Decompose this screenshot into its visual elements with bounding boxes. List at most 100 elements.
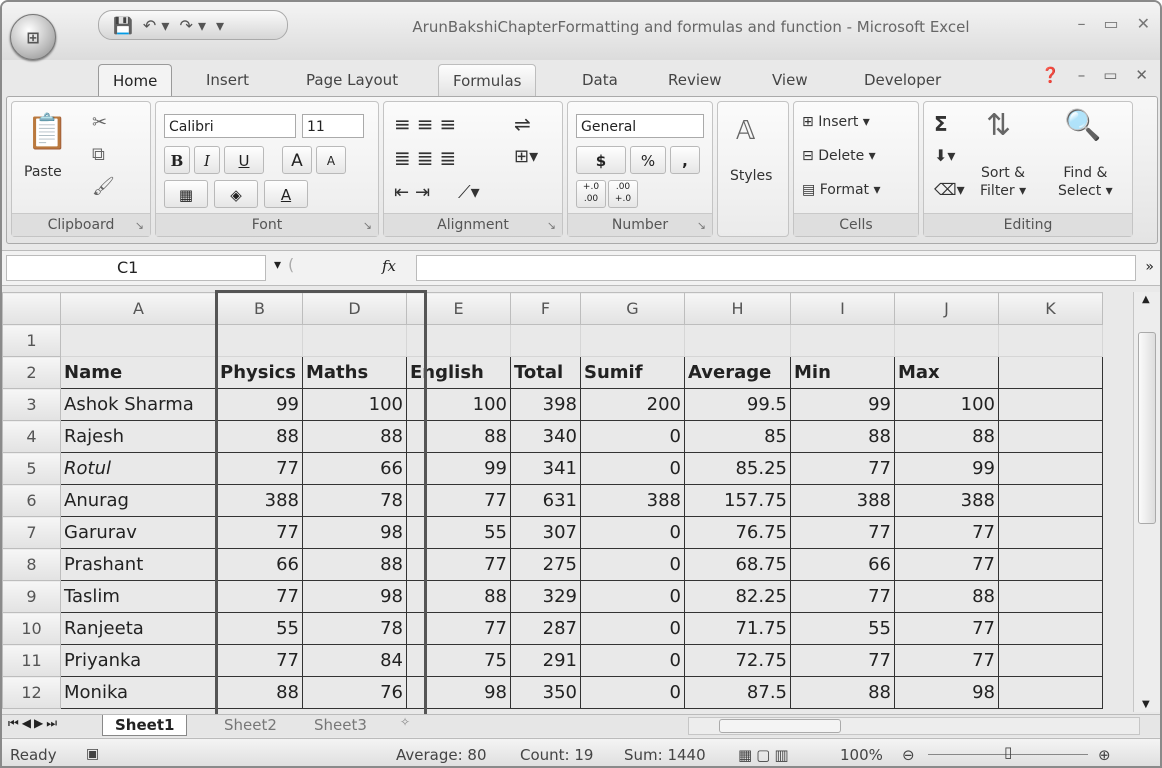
increase-decimal-button[interactable]: +.0 .00 [576, 180, 606, 208]
cell[interactable] [998, 548, 1103, 581]
row-header[interactable]: 8 [2, 548, 61, 581]
cell[interactable]: 77 [894, 612, 999, 645]
insert-sheet-icon[interactable]: ✧ [400, 715, 410, 729]
cell[interactable] [998, 420, 1103, 453]
cell[interactable]: 84 [302, 644, 407, 677]
expand-formula-bar-icon[interactable]: » [1145, 259, 1154, 275]
delete-cells-button[interactable]: ⊟ Delete ▾ [802, 148, 876, 164]
cell[interactable]: 0 [580, 420, 685, 453]
cell[interactable]: 78 [302, 612, 407, 645]
cell[interactable] [998, 516, 1103, 549]
currency-button[interactable]: $ [576, 146, 626, 174]
cell[interactable]: Garurav [60, 516, 217, 549]
dialog-launcher-icon[interactable]: ↘ [547, 219, 556, 232]
format-cells-button[interactable]: ▤ Format ▾ [802, 182, 881, 198]
cell[interactable]: 388 [790, 484, 895, 517]
column-header[interactable]: I [790, 292, 895, 325]
column-header[interactable]: D [302, 292, 407, 325]
minimize-icon[interactable]: – [1078, 66, 1086, 84]
tab-page-layout[interactable]: Page Layout [292, 64, 412, 96]
cell[interactable] [998, 644, 1103, 677]
macro-record-icon[interactable]: ▣ [86, 746, 99, 762]
cell[interactable]: 88 [894, 420, 999, 453]
cell[interactable]: Prashant [60, 548, 217, 581]
cell[interactable] [60, 324, 217, 357]
minimize-icon[interactable]: – [1077, 14, 1085, 33]
cell[interactable] [790, 324, 895, 357]
cell[interactable]: English [406, 356, 511, 389]
paste-button[interactable]: Paste [24, 164, 62, 180]
zoom-in-icon[interactable]: ⊕ [1098, 746, 1111, 764]
cut-icon[interactable]: ✂ [92, 112, 107, 133]
column-header[interactable]: K [998, 292, 1103, 325]
column-header[interactable]: J [894, 292, 999, 325]
cell[interactable] [580, 324, 685, 357]
orientation-icon[interactable]: ⟋▾ [458, 182, 480, 203]
column-header[interactable]: E [406, 292, 511, 325]
cell[interactable]: 100 [302, 388, 407, 421]
cell[interactable]: 0 [580, 676, 685, 709]
cell[interactable]: 0 [580, 452, 685, 485]
tab-data[interactable]: Data [568, 64, 632, 96]
select-all-corner[interactable] [2, 292, 61, 325]
find-select-icon[interactable]: 🔍 [1064, 108, 1101, 143]
row-header[interactable]: 1 [2, 324, 61, 357]
cell[interactable]: 99 [894, 452, 999, 485]
cell[interactable]: 55 [406, 516, 511, 549]
cell[interactable]: 66 [302, 452, 407, 485]
cell[interactable]: 66 [216, 548, 303, 581]
cell[interactable]: 287 [510, 612, 581, 645]
cell[interactable]: 72.75 [684, 644, 791, 677]
cell[interactable]: 77 [894, 548, 999, 581]
cell[interactable]: 55 [790, 612, 895, 645]
formula-input[interactable] [416, 255, 1136, 281]
scroll-down-icon[interactable]: ▼ [1142, 699, 1150, 710]
row-header[interactable]: 6 [2, 484, 61, 517]
cell[interactable]: 99 [790, 388, 895, 421]
row-header[interactable]: 10 [2, 612, 61, 645]
cell[interactable]: 0 [580, 644, 685, 677]
cell[interactable]: 388 [580, 484, 685, 517]
row-header[interactable]: 9 [2, 580, 61, 613]
cell[interactable]: 388 [216, 484, 303, 517]
cell[interactable]: 85.25 [684, 452, 791, 485]
cell[interactable]: 77 [790, 452, 895, 485]
cell[interactable]: 88 [790, 676, 895, 709]
cell[interactable]: Maths [302, 356, 407, 389]
cell[interactable]: Priyanka [60, 644, 217, 677]
cell[interactable] [216, 324, 303, 357]
cell[interactable] [302, 324, 407, 357]
cell[interactable]: 99.5 [684, 388, 791, 421]
cell[interactable]: 0 [580, 580, 685, 613]
cell[interactable]: Ashok Sharma [60, 388, 217, 421]
cell[interactable]: Max [894, 356, 999, 389]
font-color-button[interactable]: A [264, 180, 308, 208]
italic-button[interactable]: I [194, 146, 220, 174]
cell[interactable]: 75 [406, 644, 511, 677]
bold-button[interactable]: B [164, 146, 190, 174]
view-buttons-icon[interactable]: ▦▢▥ [738, 746, 793, 764]
sheet-nav-icons[interactable]: ⏮◀▶⏭ [8, 716, 60, 731]
cell[interactable] [998, 324, 1103, 357]
decrease-decimal-button[interactable]: .00 +.0 [608, 180, 638, 208]
column-header[interactable]: H [684, 292, 791, 325]
cell[interactable]: Min [790, 356, 895, 389]
cell[interactable]: 398 [510, 388, 581, 421]
row-header[interactable]: 11 [2, 644, 61, 677]
cell[interactable]: 88 [790, 420, 895, 453]
cell[interactable]: 307 [510, 516, 581, 549]
restore-icon[interactable]: ▭ [1103, 66, 1117, 84]
cell[interactable]: 291 [510, 644, 581, 677]
cell[interactable]: 0 [580, 612, 685, 645]
cell[interactable]: Ranjeeta [60, 612, 217, 645]
cell[interactable] [406, 324, 511, 357]
cell[interactable]: 77 [216, 516, 303, 549]
cell[interactable]: 350 [510, 676, 581, 709]
sheet-tab-sheet3[interactable]: Sheet3 [302, 715, 379, 735]
cell[interactable]: 71.75 [684, 612, 791, 645]
grow-font-button[interactable]: A [282, 146, 312, 174]
zoom-level[interactable]: 100% [840, 746, 883, 764]
cell[interactable]: 100 [406, 388, 511, 421]
sort-filter-button[interactable]: Sort & Filter ▾ [980, 164, 1026, 200]
fill-color-button[interactable]: ◈ [214, 180, 258, 208]
